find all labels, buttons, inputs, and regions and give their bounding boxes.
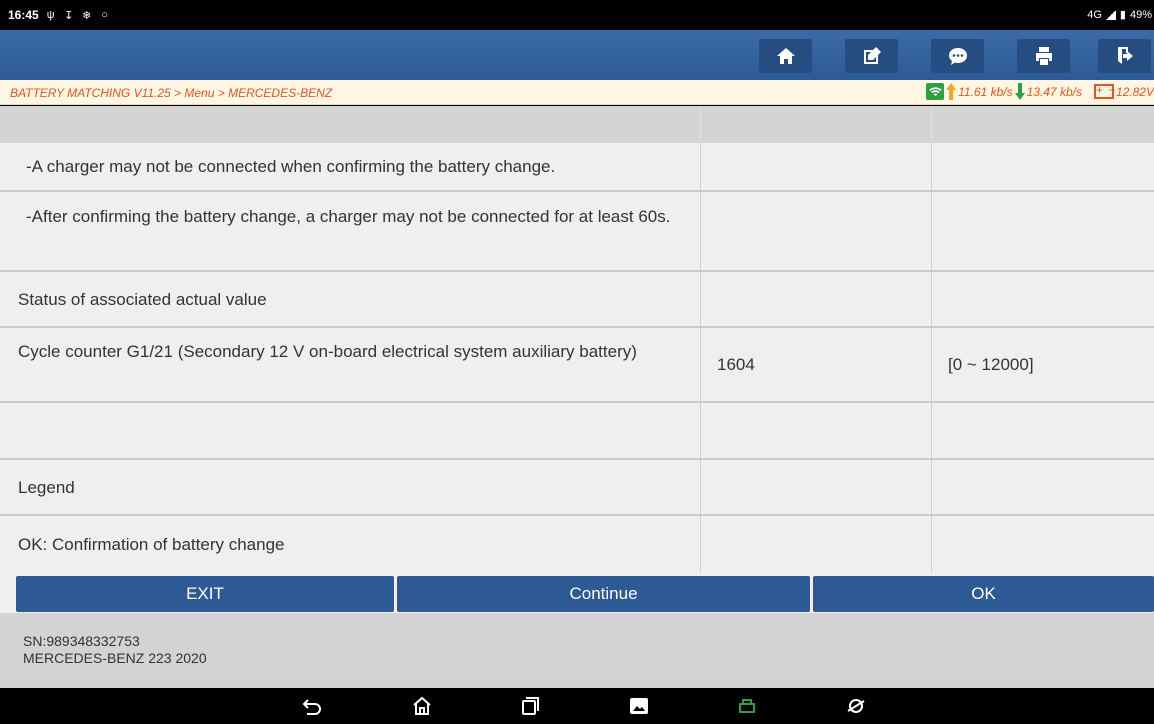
table-cell-value bbox=[701, 460, 932, 514]
battery-level: 49% bbox=[1129, 8, 1152, 21]
table-cell-value bbox=[701, 106, 932, 143]
gallery-icon bbox=[630, 698, 648, 714]
edit-report-button[interactable] bbox=[845, 39, 898, 73]
table-cell-value bbox=[701, 516, 932, 573]
table-cell-range: [0 ~ 12000] bbox=[948, 354, 1034, 374]
recents-button[interactable] bbox=[518, 695, 542, 717]
status-time: 16:45 bbox=[8, 8, 39, 22]
breadcrumb-bar: BATTERY MATCHING V11.25 > Menu > MERCEDE… bbox=[0, 80, 1154, 105]
table-cell-value bbox=[701, 403, 932, 458]
table-row[interactable]: -A charger may not be connected when con… bbox=[0, 143, 1154, 192]
gallery-button[interactable] bbox=[627, 695, 651, 717]
status-left: 16:45 ψ ↧ ❄ ○ bbox=[8, 8, 111, 22]
ok-button[interactable]: OK bbox=[813, 576, 1154, 612]
table-cell-name: -After confirming the battery change, a … bbox=[0, 192, 701, 270]
table-cell-name bbox=[0, 403, 701, 458]
chat-icon: ○ bbox=[101, 9, 109, 21]
table-row[interactable]: -After confirming the battery change, a … bbox=[0, 192, 1154, 272]
android-nav-bar bbox=[0, 688, 1154, 724]
battery-voltage: 12.82V bbox=[1115, 84, 1154, 99]
download-arrow-icon bbox=[1014, 83, 1025, 100]
table-row[interactable]: Cycle counter G1/21 (Secondary 12 V on-b… bbox=[0, 328, 1154, 403]
table-cell-range bbox=[932, 516, 1154, 573]
table-header-row bbox=[0, 106, 1154, 143]
upload-speed: 11.61 kb/s bbox=[958, 84, 1013, 99]
status-right: 4G ▮ 49% bbox=[1087, 8, 1152, 22]
vehicle-model: MERCEDES-BENZ 223 2020 bbox=[23, 650, 207, 666]
data-table: -A charger may not be connected when con… bbox=[0, 106, 1154, 573]
serial-number: SN:989348332753 bbox=[23, 633, 140, 649]
print-button[interactable] bbox=[1017, 39, 1070, 73]
action-button-bar: EXIT Continue OK bbox=[0, 573, 1154, 613]
print-icon bbox=[1035, 47, 1052, 65]
feedback-button[interactable] bbox=[931, 39, 984, 73]
table-cell-range bbox=[932, 403, 1154, 458]
vehicle-battery-icon bbox=[1093, 83, 1116, 99]
feedback-icon bbox=[948, 48, 967, 65]
breadcrumb: BATTERY MATCHING V11.25 > Menu > MERCEDE… bbox=[10, 86, 333, 100]
back-button[interactable] bbox=[300, 695, 324, 717]
network-type: 4G bbox=[1087, 8, 1102, 21]
table-cell-name: Legend bbox=[0, 460, 701, 514]
home-nav-button[interactable] bbox=[410, 695, 434, 717]
table-cell-value bbox=[701, 272, 932, 326]
vehicle-info-footer: SN:989348332753 MERCEDES-BENZ 223 2020 bbox=[0, 613, 1154, 688]
table-cell-name: Cycle counter G1/21 (Secondary 12 V on-b… bbox=[0, 328, 701, 401]
browser-planet-icon bbox=[847, 699, 865, 713]
table-row[interactable]: Legend bbox=[0, 460, 1154, 516]
wifi-icon bbox=[926, 83, 945, 100]
android-status-bar: 16:45 ψ ↧ ❄ ○ 4G ▮ 49% bbox=[0, 0, 1154, 30]
continue-button[interactable]: Continue bbox=[397, 576, 810, 612]
back-icon bbox=[302, 699, 321, 715]
table-cell-range bbox=[932, 106, 1154, 143]
usb-debug-icon: ψ bbox=[46, 9, 55, 21]
exit-button[interactable]: EXIT bbox=[16, 576, 394, 612]
recents-icon bbox=[522, 697, 539, 715]
table-row[interactable]: Status of associated actual value bbox=[0, 272, 1154, 328]
table-row[interactable]: OK: Confirmation of battery change bbox=[0, 516, 1154, 573]
edit-report-icon bbox=[863, 47, 881, 64]
table-cell-value bbox=[701, 192, 932, 270]
connection-info: 11.61 kb/s 13.47 kb/s 12.82V bbox=[926, 83, 1154, 100]
exit-app-button[interactable] bbox=[1098, 39, 1151, 73]
table-cell-range bbox=[932, 460, 1154, 514]
table-cell-range bbox=[932, 272, 1154, 326]
table-row[interactable] bbox=[0, 403, 1154, 460]
signal-icon bbox=[1105, 9, 1116, 20]
battery-icon: ▮ bbox=[1119, 9, 1126, 21]
home-button[interactable] bbox=[759, 39, 812, 73]
table-cell-range bbox=[932, 192, 1154, 270]
app-toolbar bbox=[0, 30, 1154, 80]
table-cell-value bbox=[701, 143, 932, 190]
table-cell-name: OK: Confirmation of battery change bbox=[0, 516, 701, 573]
vci-button[interactable] bbox=[735, 695, 759, 717]
home-icon bbox=[776, 48, 795, 64]
table-cell-name: -A charger may not be connected when con… bbox=[0, 143, 701, 190]
upload-arrow-icon bbox=[946, 83, 957, 100]
exit-app-icon bbox=[1117, 47, 1133, 64]
table-cell-range bbox=[932, 143, 1154, 190]
table-cell-value: 1604 bbox=[701, 328, 932, 401]
download-icon: ↧ bbox=[64, 9, 74, 22]
android-home-icon bbox=[413, 696, 431, 715]
table-cell-name bbox=[0, 106, 701, 143]
accessibility-icon: ❄ bbox=[82, 9, 92, 22]
vci-connector-icon bbox=[739, 699, 755, 713]
table-cell-name: Status of associated actual value bbox=[0, 272, 701, 326]
download-speed: 13.47 kb/s bbox=[1026, 84, 1082, 99]
browser-button[interactable] bbox=[844, 695, 868, 717]
